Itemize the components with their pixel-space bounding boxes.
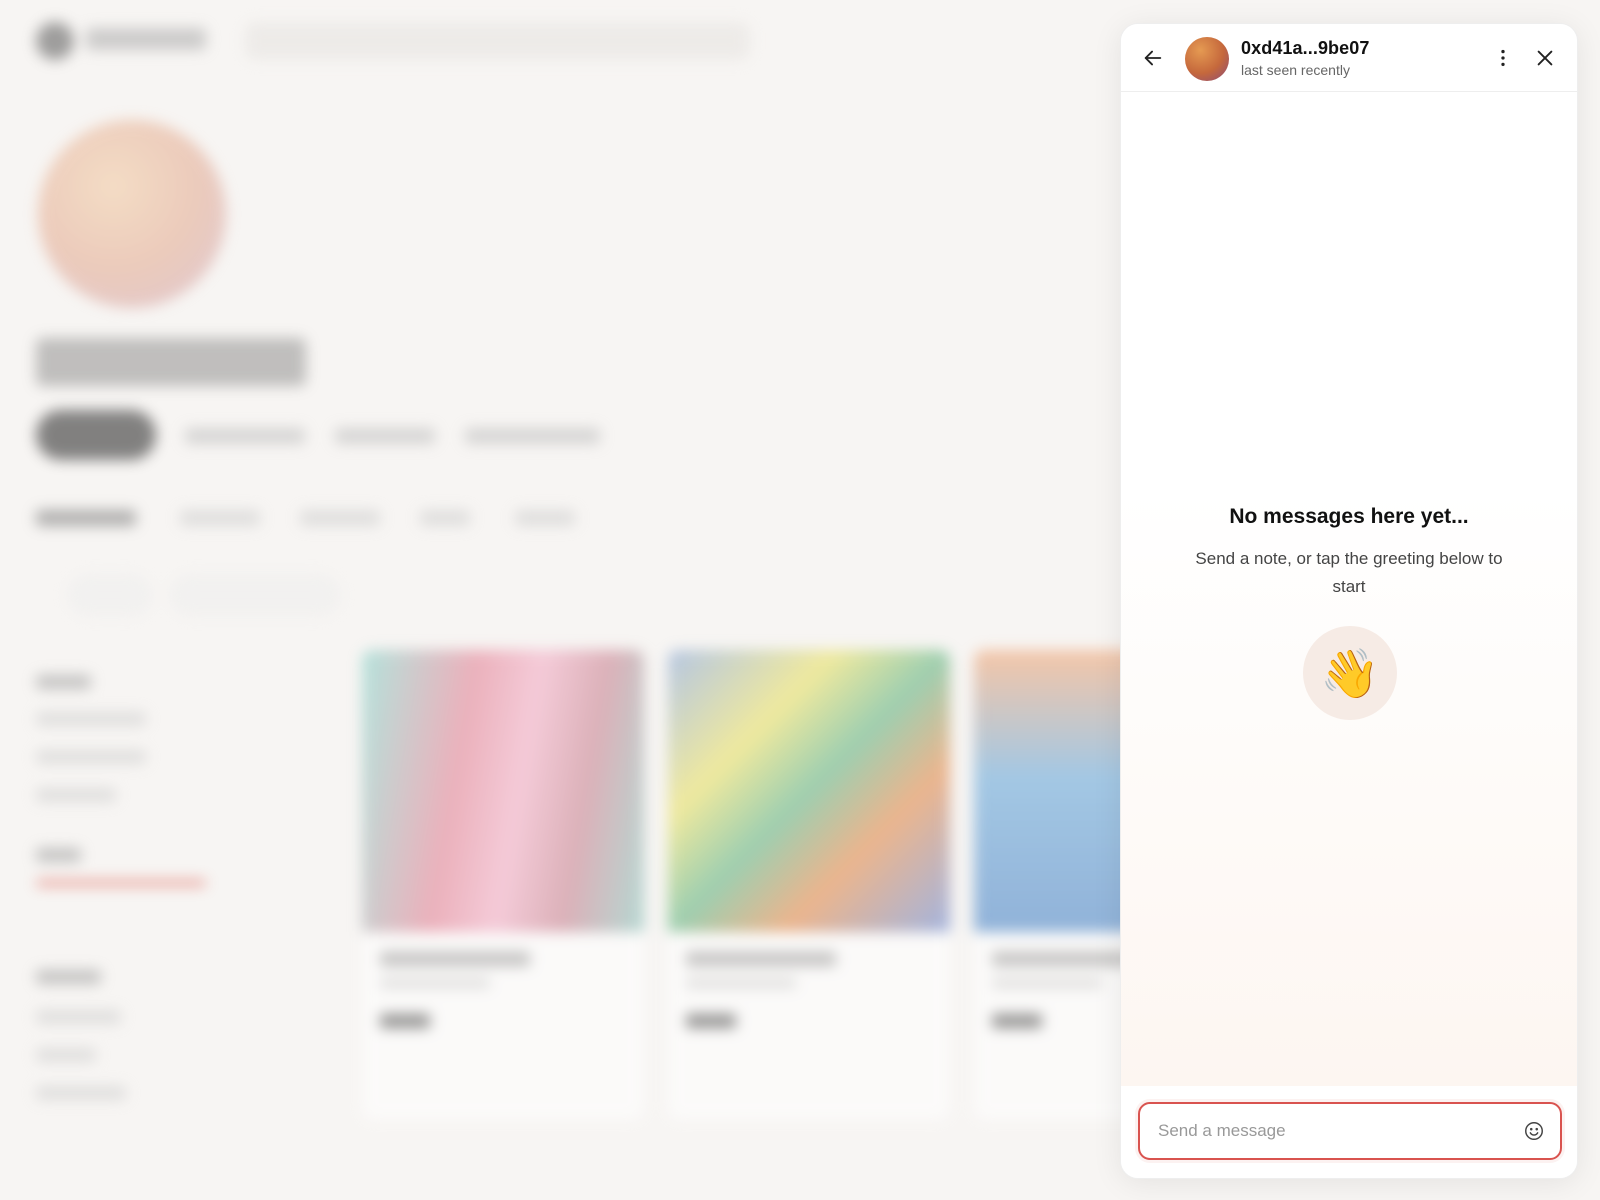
background-stat	[465, 428, 600, 444]
background-side-heading	[36, 675, 91, 689]
message-input[interactable]	[1158, 1104, 1498, 1158]
background-side-item	[36, 1048, 96, 1062]
background-side-item	[36, 788, 116, 802]
background-tab	[300, 510, 380, 526]
background-filter	[68, 575, 152, 615]
background-follow-button	[36, 410, 156, 460]
contact-status: last seen recently	[1241, 62, 1350, 78]
background-side-heading	[36, 970, 101, 984]
background-search-bar	[245, 22, 750, 60]
background-profile-avatar	[38, 120, 226, 308]
background-nft-card	[362, 650, 644, 1120]
background-range-slider	[36, 880, 206, 886]
chat-messages-area: No messages here yet... Send a note, or …	[1121, 93, 1577, 1086]
background-tab	[180, 510, 260, 526]
contact-avatar[interactable]	[1185, 37, 1229, 81]
close-button[interactable]	[1531, 44, 1559, 72]
chat-header: 0xd41a...9be07 last seen recently	[1121, 24, 1577, 92]
background-logo-text	[86, 28, 206, 50]
background-logo	[36, 22, 74, 60]
chat-panel: 0xd41a...9be07 last seen recently No mes…	[1120, 23, 1578, 1179]
close-icon	[1537, 50, 1553, 66]
chat-composer	[1121, 1086, 1577, 1178]
more-options-button[interactable]	[1489, 44, 1517, 72]
back-button[interactable]	[1139, 44, 1167, 72]
background-tab	[420, 510, 470, 526]
empty-state-title: No messages here yet...	[1229, 505, 1469, 528]
contact-name[interactable]: 0xd41a...9be07	[1241, 38, 1370, 59]
background-tab	[36, 510, 136, 526]
more-vertical-icon	[1501, 49, 1505, 67]
background-side-item	[36, 712, 146, 726]
background-tab	[515, 510, 575, 526]
greeting-wave-button[interactable]: 👋	[1303, 626, 1397, 720]
background-sort	[170, 575, 340, 615]
background-nft-card	[668, 650, 950, 1120]
message-input-container	[1138, 1102, 1562, 1160]
waving-hand-icon: 👋	[1320, 647, 1380, 701]
smiley-icon	[1525, 1122, 1543, 1140]
emoji-button[interactable]	[1522, 1119, 1546, 1143]
background-side-item	[36, 1086, 126, 1100]
arrow-left-icon	[1144, 50, 1162, 66]
background-profile-name	[36, 338, 306, 386]
empty-state-subtitle: Send a note, or tap the greeting below t…	[1195, 549, 1503, 596]
background-stat	[335, 428, 435, 444]
background-side-item	[36, 750, 146, 764]
background-side-heading	[36, 848, 81, 862]
background-side-item	[36, 1010, 121, 1024]
background-stat	[185, 428, 305, 444]
